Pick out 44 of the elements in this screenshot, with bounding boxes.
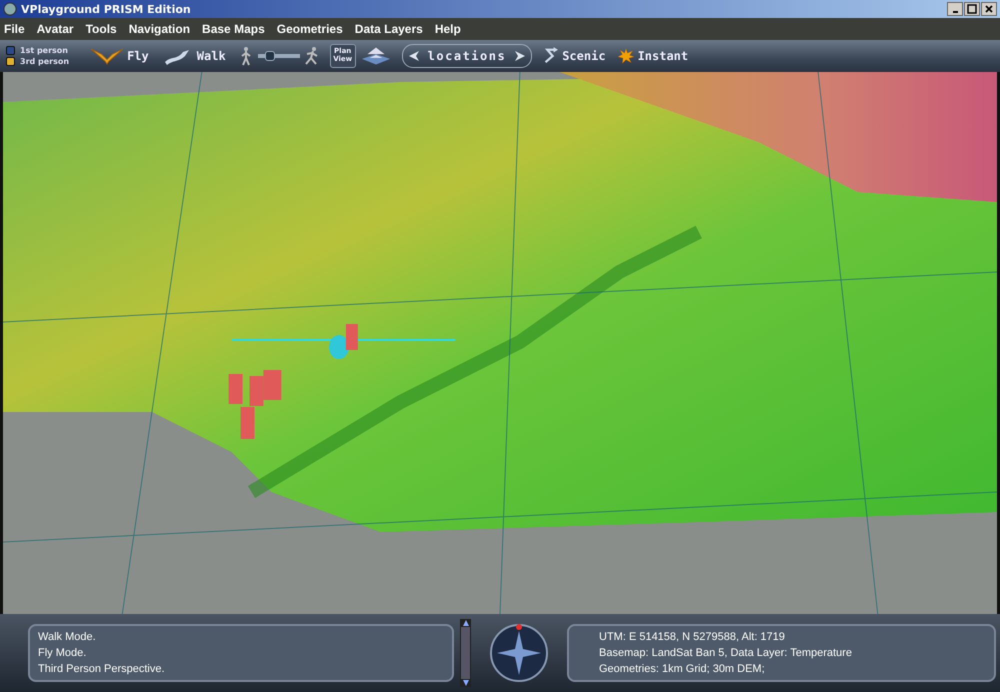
menu-item[interactable]: Tools <box>86 22 117 36</box>
menu-item[interactable]: Navigation <box>128 22 190 36</box>
layers-icon <box>360 46 392 66</box>
option-label: 1st person <box>20 46 68 55</box>
compass-icon[interactable] <box>489 623 549 683</box>
right-arrow-icon <box>514 50 526 62</box>
speed-slider[interactable] <box>258 51 300 61</box>
message-line: Third Person Perspective. <box>38 662 166 677</box>
close-button[interactable] <box>981 2 997 16</box>
radio-indicator[interactable] <box>6 57 15 66</box>
message-line: Fly Mode. <box>38 646 88 661</box>
perspective-option[interactable]: 1st person <box>6 45 70 56</box>
scrollbar[interactable] <box>460 619 471 687</box>
runner-icon <box>304 46 320 66</box>
locations-label: locations <box>428 49 506 63</box>
menu-item[interactable]: Base Maps <box>202 22 265 36</box>
curved-arrow-icon <box>542 46 558 66</box>
menu-item[interactable]: Data Layers <box>354 22 423 36</box>
status-line: UTM: E 514158, N 5279588, Alt: 1719 <box>599 630 786 645</box>
fly-button[interactable]: Fly <box>127 49 157 63</box>
status-line: Basemap: LandSat Ban 5, Data Layer: Temperature <box>599 646 853 661</box>
maximize-button[interactable] <box>964 2 980 16</box>
menu-item[interactable]: Help <box>434 22 461 36</box>
message-line: Walk Mode. <box>38 630 97 645</box>
minimize-icon <box>952 11 958 13</box>
minimize-button[interactable] <box>947 2 963 16</box>
wings-icon <box>91 46 124 66</box>
window-title: VPlayground PRISM Edition <box>21 2 191 16</box>
starburst-icon <box>618 46 634 66</box>
instant-button[interactable]: Instant <box>638 49 696 63</box>
left-arrow-icon <box>408 50 420 62</box>
scenic-button[interactable]: Scenic <box>562 49 614 63</box>
globe-icon <box>3 2 17 16</box>
maximize-icon <box>967 4 977 14</box>
walk-button[interactable]: Walk <box>196 49 234 63</box>
menu-item[interactable]: Geometries <box>276 22 343 36</box>
option-label: 3rd person <box>20 57 70 66</box>
radio-indicator[interactable] <box>6 46 15 55</box>
menu-item[interactable]: Avatar <box>36 22 74 36</box>
slider-thumb[interactable] <box>265 51 276 61</box>
status-line: Geometries: 1km Grid; 30m DEM; <box>599 662 766 677</box>
menu-item[interactable]: File <box>4 22 25 36</box>
perspective-option[interactable]: 3rd person <box>6 56 70 67</box>
close-icon <box>984 4 994 14</box>
